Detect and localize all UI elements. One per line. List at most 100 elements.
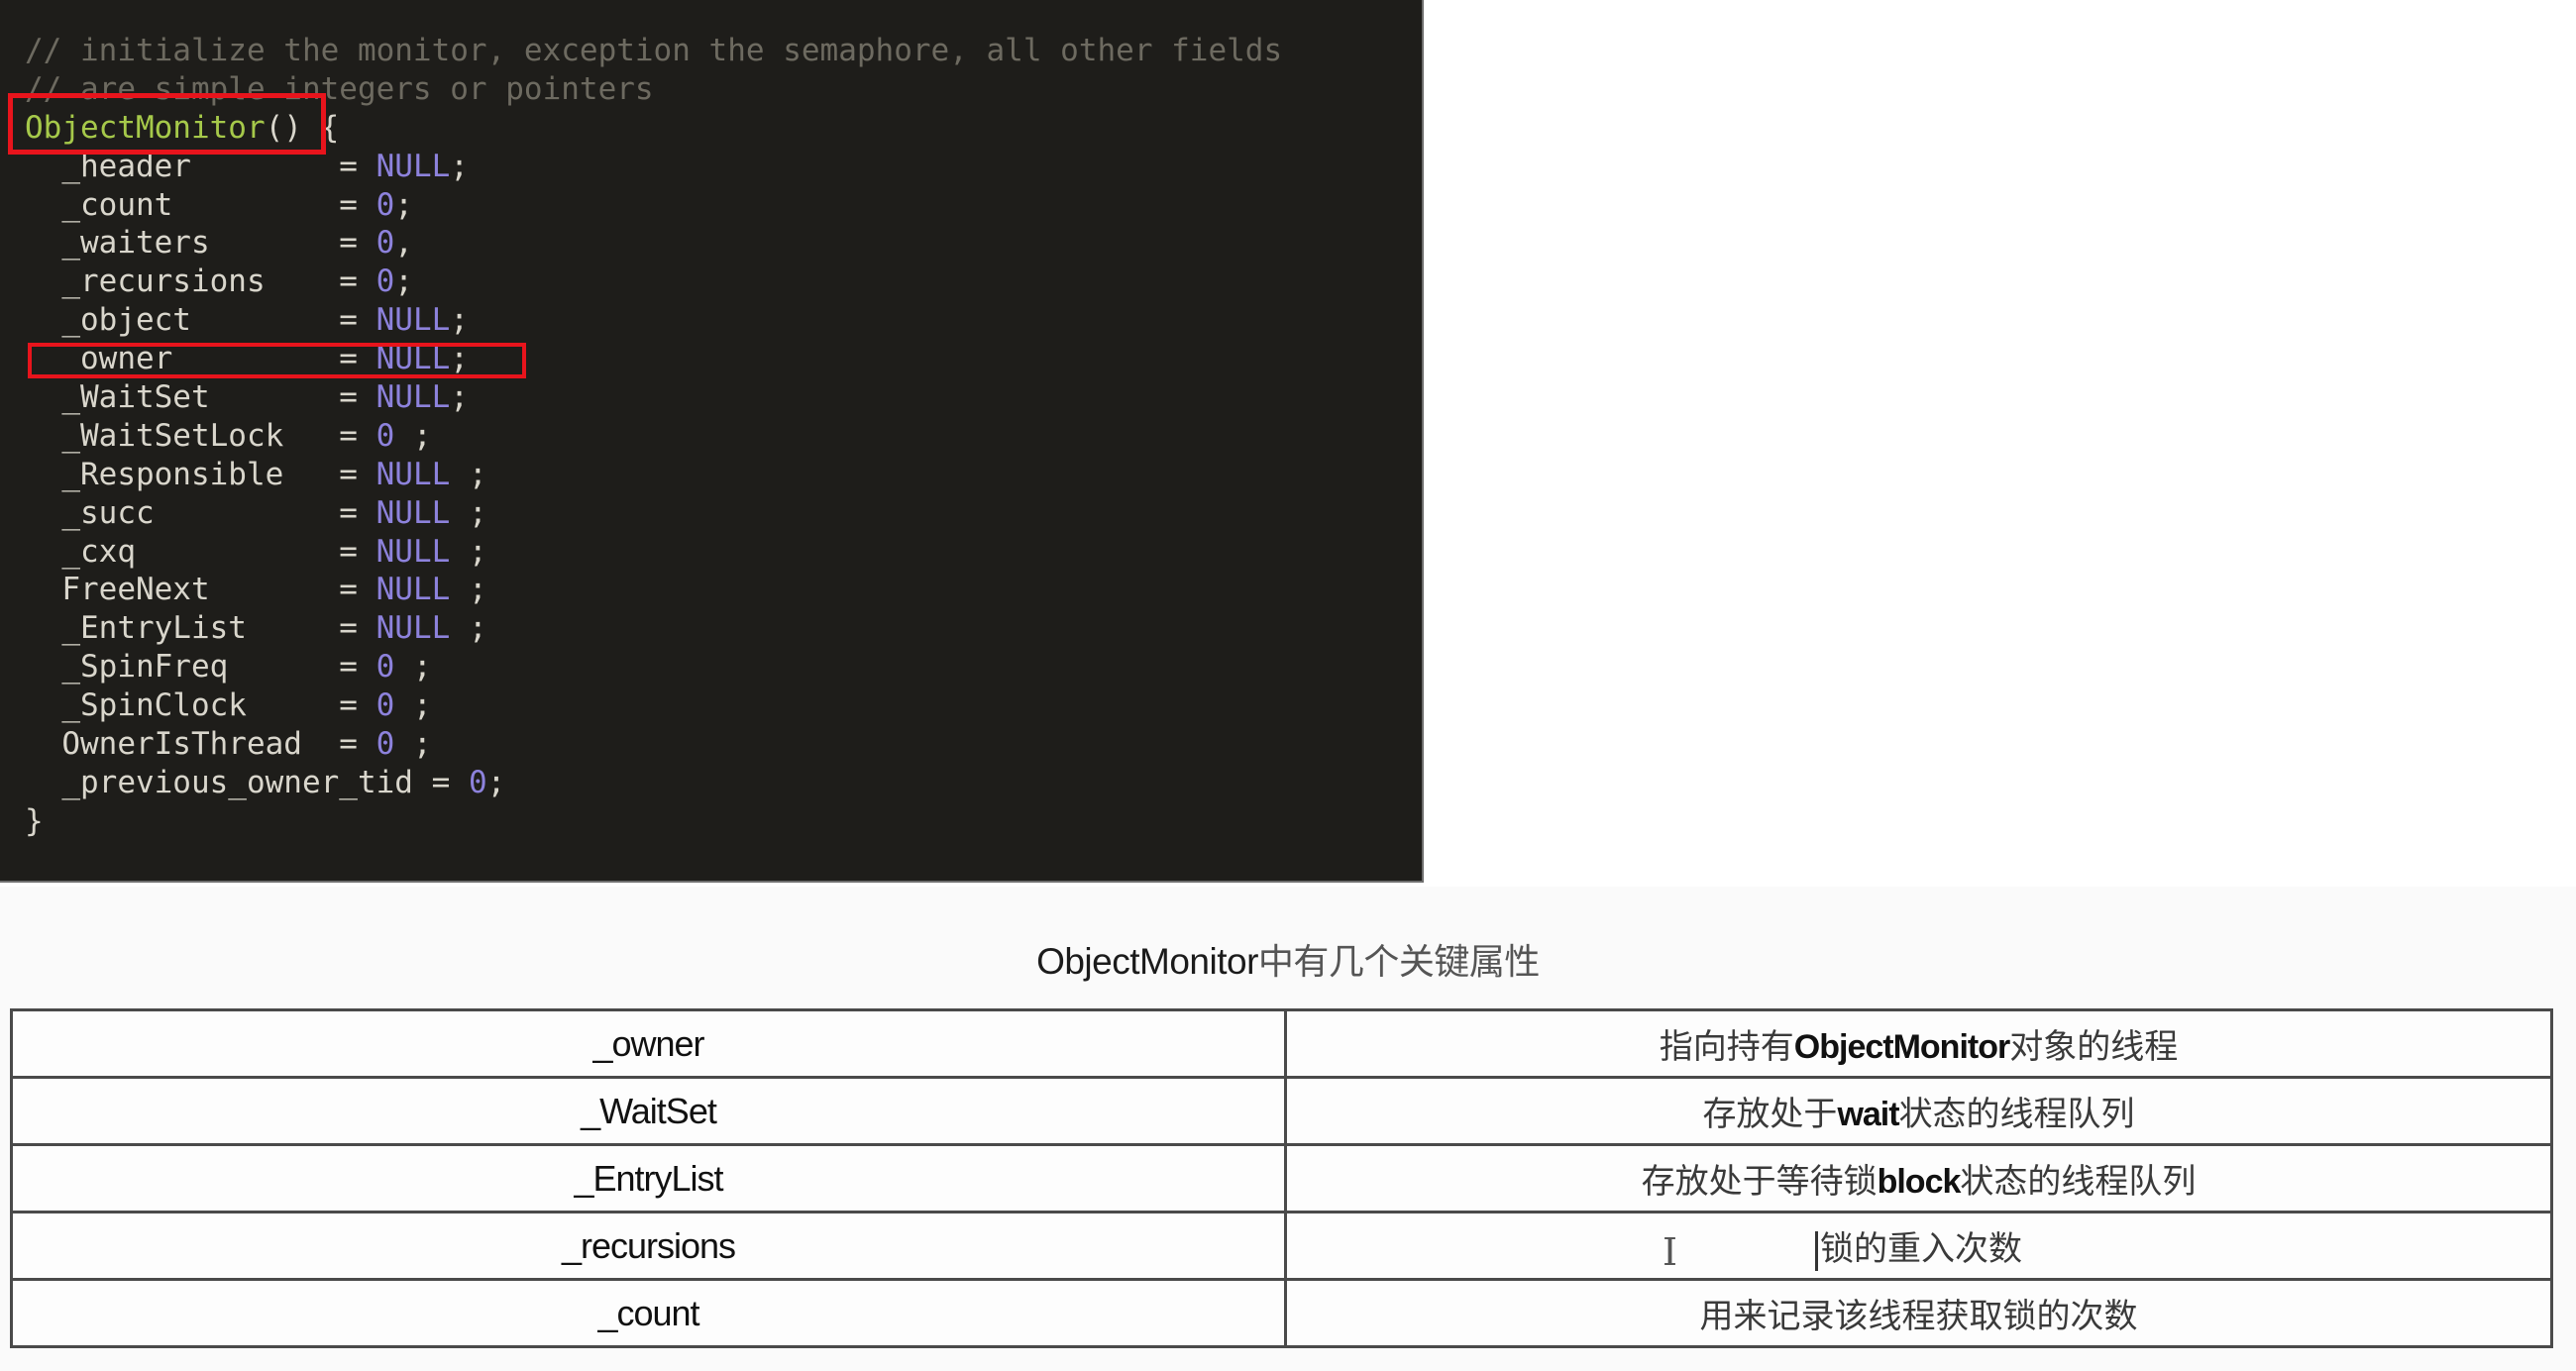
property-name-cell[interactable]: _WaitSet — [10, 1076, 1287, 1146]
property-description-cell[interactable]: 存放处于wait状态的线程队列 — [1284, 1076, 2553, 1146]
code-token-punct: ; — [394, 186, 413, 223]
code-token-num: 0 — [376, 417, 395, 454]
code-token-null: NULL — [376, 148, 451, 184]
code-line: _cxq = NULL ; — [25, 533, 1282, 572]
description-cjk-text: 状态的线程队列 — [1960, 1162, 2197, 1202]
code-line: FreeNext = NULL ; — [25, 571, 1282, 609]
code-token-punct: = — [339, 148, 376, 184]
code-token-punct: = — [431, 764, 469, 800]
code-token-punct: = — [339, 225, 376, 262]
code-token-null: NULL — [376, 302, 451, 339]
property-name-cell[interactable]: _EntryList — [10, 1143, 1287, 1213]
code-token-punct: = — [339, 533, 376, 570]
code-token-ident: OwnerIsThread — [61, 726, 340, 763]
code-line: _WaitSet = NULL; — [25, 378, 1282, 417]
code-token-ident: _waiters — [61, 225, 340, 262]
code-panel: // initialize the monitor, exception the… — [0, 0, 1424, 883]
code-line: _waiters = 0, — [25, 224, 1282, 263]
text-caret — [1815, 1230, 1818, 1271]
code-line: OwnerIsThread = 0 ; — [25, 725, 1282, 764]
code-token-num: 0 — [376, 225, 395, 262]
owner-field-highlight-box — [28, 343, 526, 378]
code-token-ident: FreeNext — [61, 572, 340, 608]
code-token-punct: ; — [394, 417, 432, 454]
description-cjk-text: 状态的线程队列 — [1898, 1095, 2135, 1134]
table-row: _EntryList 存放处于等待锁block状态的线程队列 — [10, 1143, 2553, 1213]
property-description-cell[interactable]: 指向持有ObjectMonitor对象的线程 — [1284, 1008, 2553, 1079]
code-line: _object = NULL; — [25, 301, 1282, 340]
code-token-punct: ; — [450, 610, 487, 647]
description-latin-text: wait — [1837, 1096, 1899, 1133]
code-token-ident: _cxq — [61, 533, 340, 570]
code-token-punct: = — [339, 610, 376, 647]
code-token-num: 0 — [376, 186, 395, 223]
code-token-punct: = — [339, 302, 376, 339]
code-token-ident: _Responsible — [61, 456, 340, 492]
code-token-ident: _SpinClock — [61, 687, 340, 724]
code-token-num: 0 — [376, 264, 395, 300]
table-title-cjk: 中有几个关键属性 — [1257, 942, 1541, 983]
code-token-null: NULL — [376, 379, 451, 416]
text-cursor-ibeam-icon: I — [1663, 1230, 1678, 1274]
properties-table: _owner 指向持有ObjectMonitor对象的线程 _WaitSet 存放处于… — [10, 1008, 2553, 1348]
code-token-comment: // initialize the monitor, exception the… — [25, 33, 1283, 68]
description-latin-text: ObjectMonitor — [1793, 1028, 2010, 1066]
property-name-cell[interactable]: _owner — [10, 1008, 1287, 1079]
property-description-cell[interactable]: 锁的重入次数 — [1284, 1211, 2553, 1281]
code-token-punct: = — [339, 572, 376, 608]
table-row: _owner 指向持有ObjectMonitor对象的线程 — [10, 1008, 2553, 1079]
code-token-punct: ; — [394, 687, 432, 724]
code-line: _EntryList = NULL ; — [25, 609, 1282, 648]
code-token-punct: ; — [394, 649, 432, 686]
code-line: _recursions = 0; — [25, 263, 1282, 301]
code-token-num: 0 — [376, 726, 395, 763]
code-token-punct: ; — [450, 572, 487, 608]
code-line: _count = 0; — [25, 186, 1282, 225]
code-token-ident: _object — [61, 302, 340, 339]
code-token-punct: ; — [486, 764, 506, 800]
constructor-highlight-box — [8, 93, 326, 155]
code-token-punct: ; — [450, 148, 469, 184]
code-token-ident: _succ — [61, 494, 340, 531]
code-token-punct: = — [339, 687, 376, 724]
code-token-punct: = — [339, 649, 376, 686]
code-token-punct: = — [339, 417, 376, 454]
code-token-punct: ; — [450, 302, 469, 339]
property-description-cell[interactable]: 存放处于等待锁block状态的线程队列 — [1284, 1143, 2553, 1213]
code-token-punct: = — [339, 726, 376, 763]
code-token-punct: } — [25, 802, 44, 839]
code-token-punct: , — [394, 225, 413, 262]
code-line: } — [25, 802, 1282, 841]
code-token-null: NULL — [376, 533, 451, 570]
code-line: _previous_owner_tid = 0; — [25, 764, 1282, 802]
code-token-punct: ; — [450, 456, 487, 492]
code-token-null: NULL — [376, 572, 451, 608]
description-cjk-text: 指向持有 — [1659, 1027, 1794, 1067]
code-token-null: NULL — [376, 610, 451, 647]
code-line: _Responsible = NULL ; — [25, 456, 1282, 494]
code-token-punct: ; — [450, 494, 487, 531]
code-token-ident: _WaitSet — [61, 379, 340, 416]
property-description-cell[interactable]: 用来记录该线程获取锁的次数 — [1284, 1278, 2553, 1348]
code-token-punct: ; — [450, 379, 469, 416]
code-token-ident: _recursions — [61, 264, 340, 300]
code-token-punct: = — [339, 494, 376, 531]
table-row: _recursions 锁的重入次数 — [10, 1211, 2553, 1281]
code-token-punct: = — [339, 379, 376, 416]
code-token-null: NULL — [376, 494, 451, 531]
code-token-num: 0 — [468, 764, 487, 800]
code-line: // initialize the monitor, exception the… — [25, 32, 1282, 70]
code-token-num: 0 — [376, 649, 395, 686]
code-line: _WaitSetLock = 0 ; — [25, 417, 1282, 456]
code-token-null: NULL — [376, 456, 451, 492]
code-line: _succ = NULL ; — [25, 494, 1282, 533]
code-token-punct: ; — [394, 264, 413, 300]
code-token-ident: _previous_owner_tid — [61, 764, 432, 800]
code-line: _SpinClock = 0 ; — [25, 686, 1282, 725]
code-token-ident: _count — [61, 186, 340, 223]
code-token-ident: _EntryList — [61, 610, 340, 647]
description-cjk-text: 存放处于等待锁 — [1641, 1162, 1878, 1202]
property-name-cell[interactable]: _count — [10, 1278, 1287, 1348]
description-cjk-text: 锁的重入次数 — [1820, 1228, 2022, 1269]
property-name-cell[interactable]: _recursions — [10, 1211, 1287, 1281]
